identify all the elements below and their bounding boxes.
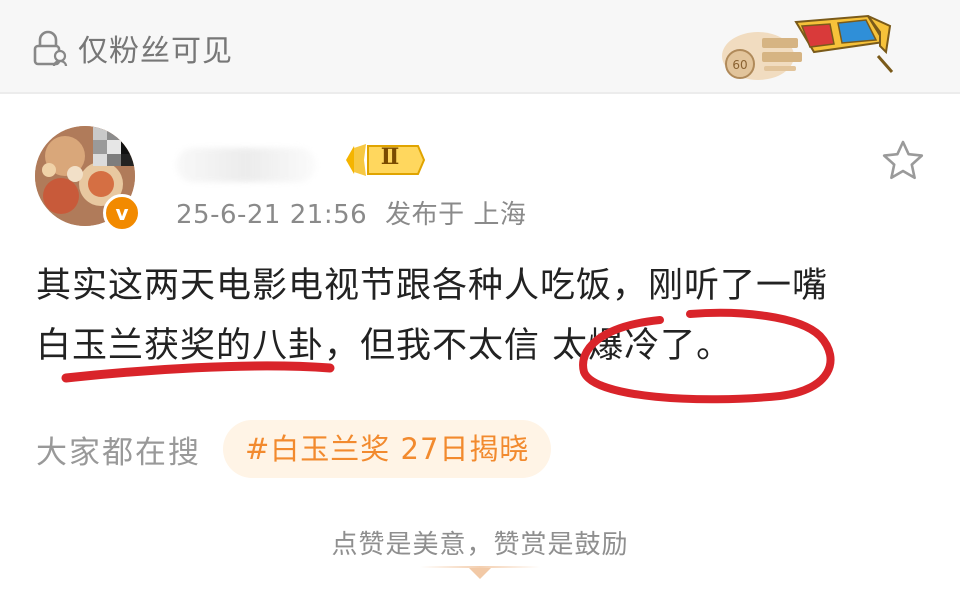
username-blurred[interactable] (176, 148, 316, 182)
post-content-line-2: 白玉兰获奖的八卦，但我不太信 太爆冷了。 (36, 326, 733, 366)
avatar-mosaic (93, 126, 135, 166)
expand-caret-icon[interactable] (469, 568, 491, 579)
trending-search-label: 大家都在搜 (36, 434, 201, 471)
svg-text:60: 60 (732, 58, 747, 72)
header-divider (0, 92, 960, 94)
top-bar: 仅粉丝可见 60 (0, 0, 960, 92)
post-location: 发布于 上海 (385, 200, 527, 230)
post-content-line-1: 其实这两天电影电视节跟各种人吃饭，刚听了一嘴 (36, 266, 829, 306)
trending-search-tag[interactable]: #白玉兰奖 27日揭晓 (223, 420, 552, 478)
trending-search-row: 大家都在搜 #白玉兰奖 27日揭晓 (36, 420, 552, 478)
visibility-indicator: 仅粉丝可见 (32, 26, 233, 70)
reward-text: 点赞是美意，赞赏是鼓励 (331, 530, 629, 560)
post-meta: 25-6-21 21:56 发布于 上海 (176, 194, 526, 231)
star-outline-icon[interactable] (880, 138, 926, 184)
post-timestamp: 25-6-21 21:56 (176, 200, 368, 230)
visibility-label: 仅粉丝可见 (78, 34, 233, 69)
verified-v-icon: v (103, 194, 141, 232)
post-content: 其实这两天电影电视节跟各种人吃饭，刚听了一嘴 白玉兰获奖的八卦，但我不太信 太爆… (36, 256, 926, 376)
level-badge-text: Ⅱ (380, 144, 400, 170)
campaign-3d-glasses-badge: 60 (722, 14, 894, 80)
lock-person-icon (33, 30, 68, 67)
